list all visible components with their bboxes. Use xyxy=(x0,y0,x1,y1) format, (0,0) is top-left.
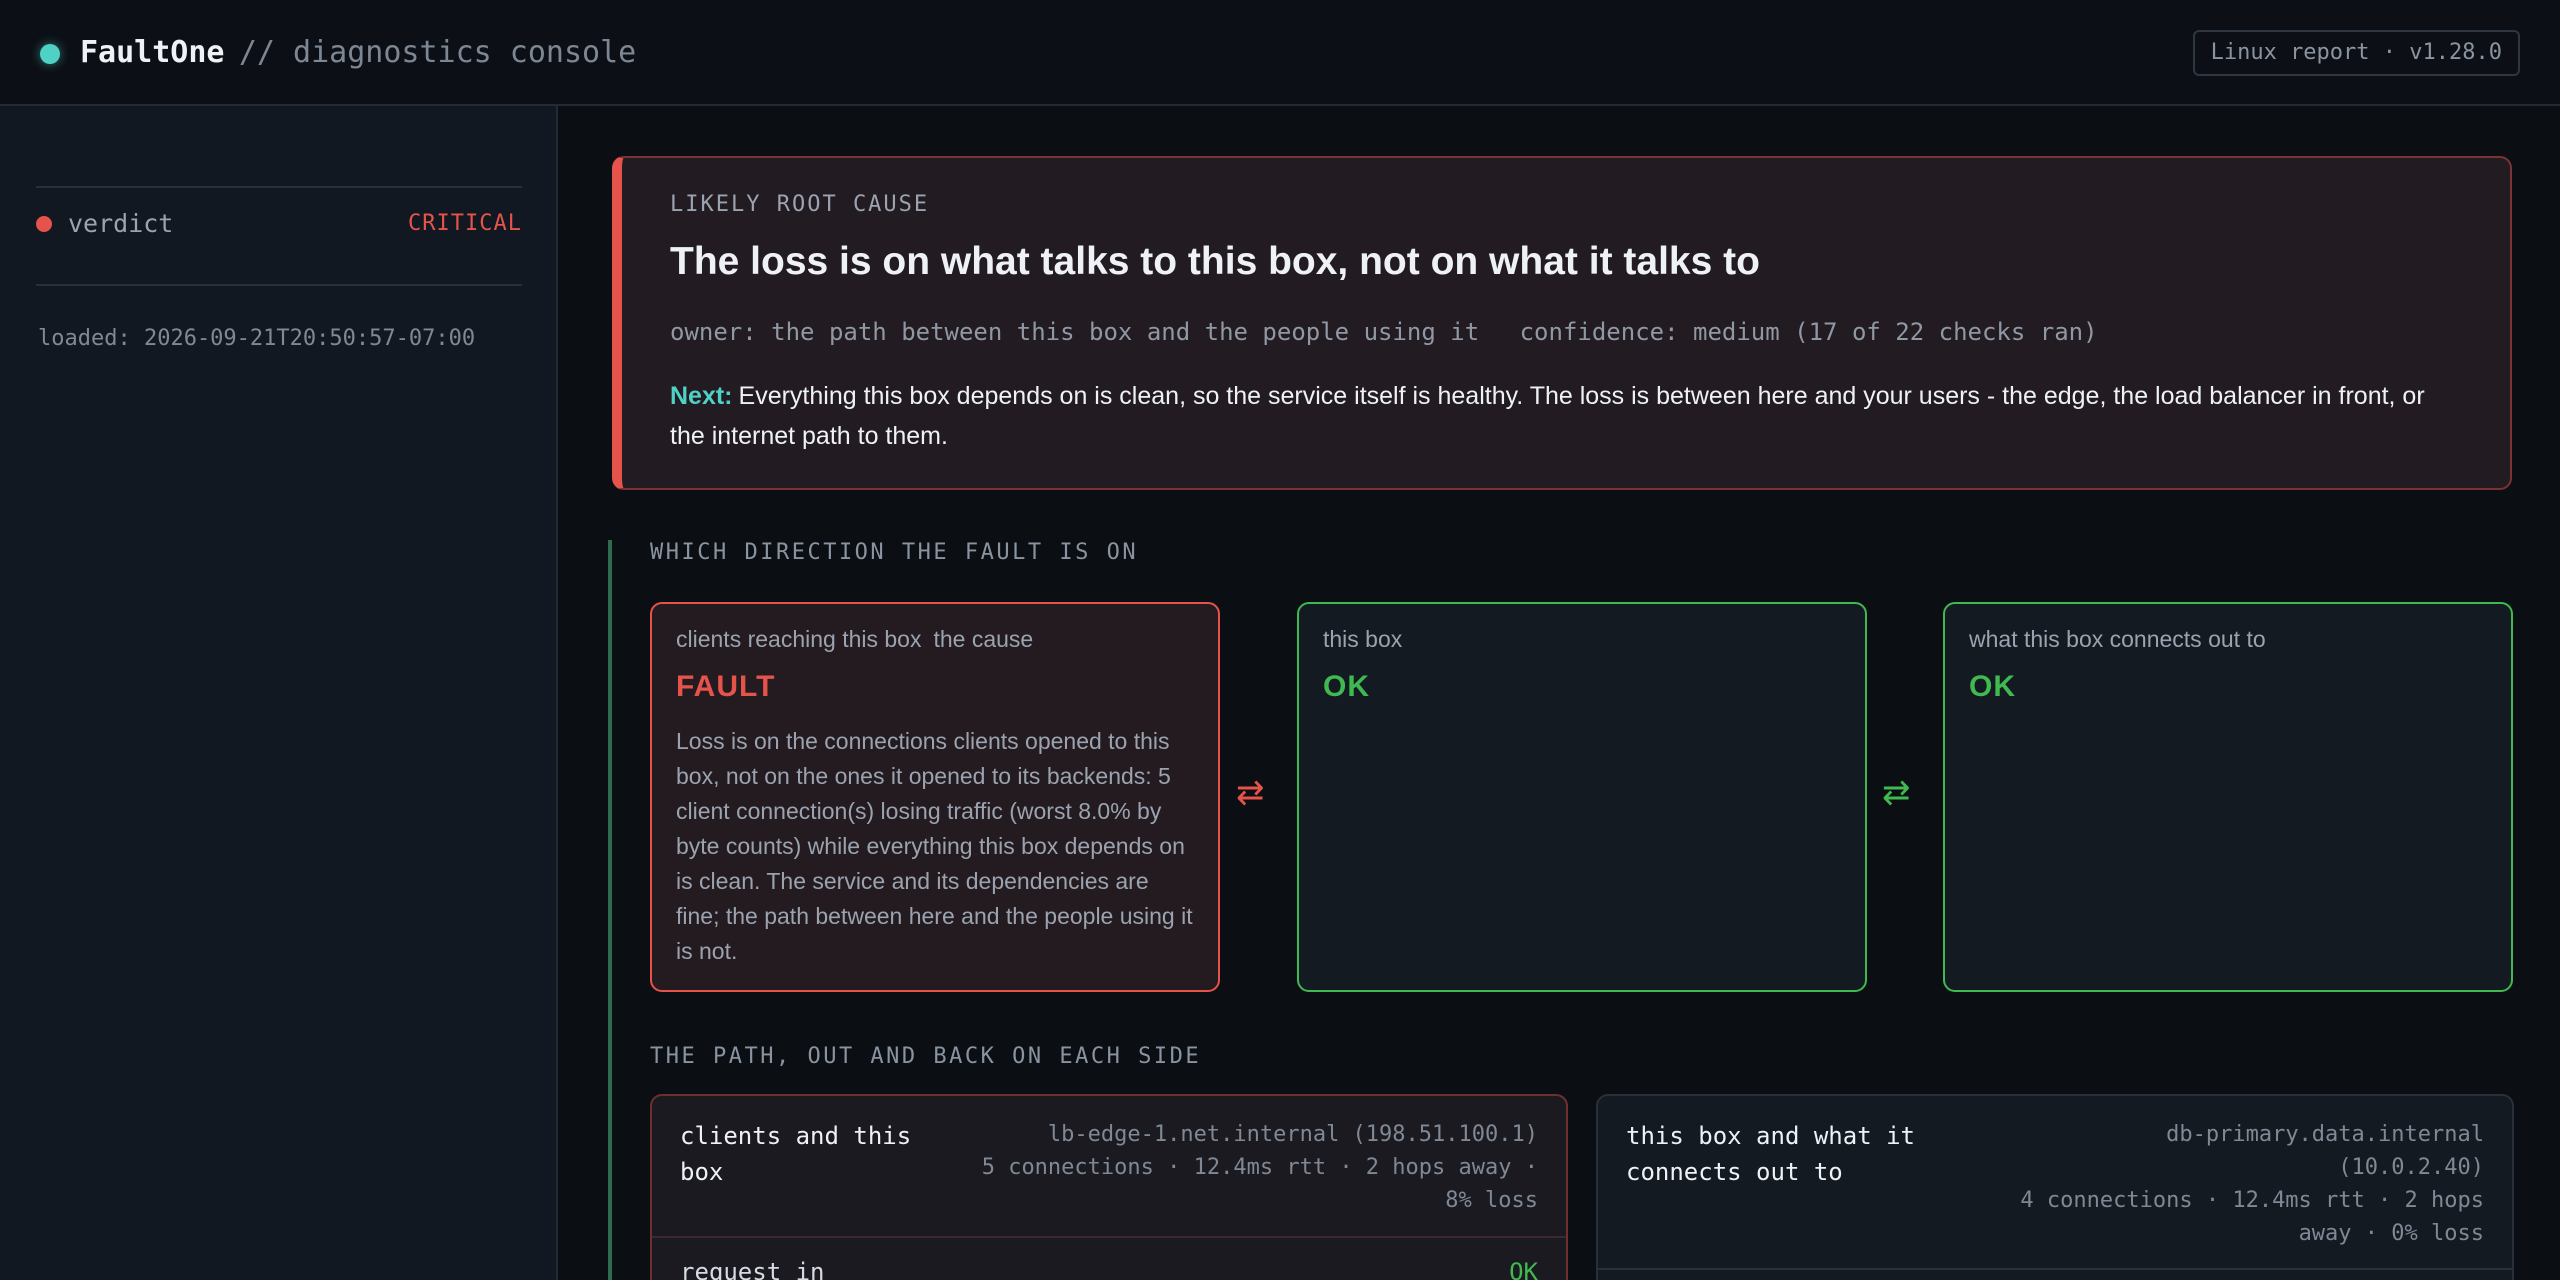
loaded-timestamp: loaded: 2026-09-21T20:50:57-07:00 xyxy=(38,326,476,351)
cause-tag: the cause xyxy=(933,626,1034,652)
direction-heading: WHICH DIRECTION THE FAULT IS ON xyxy=(650,540,1139,565)
path-card-info: lb-edge-1.net.internal (198.51.100.1) 5 … xyxy=(981,1122,1538,1213)
version-chip: Linux report · v1.28.0 xyxy=(2192,30,2520,76)
path-card-title: clients and this box xyxy=(680,1122,912,1186)
direction-card-outbound[interactable]: what this box connects out to OK xyxy=(1943,602,2513,992)
path-heading: THE PATH, OUT AND BACK ON EACH SIDE xyxy=(650,1044,1202,1069)
path-card-outbound[interactable]: this box and what it connects out to db-… xyxy=(1596,1094,2514,1280)
direction-card-this-box[interactable]: this box OK xyxy=(1297,602,1867,992)
diagnostics-section: WHICH DIRECTION THE FAULT IS ON clients … xyxy=(608,540,2514,1280)
row-divider xyxy=(1598,1268,2512,1270)
path-row-label: request in xyxy=(680,1258,825,1280)
owner-text: owner: the path between this box and the… xyxy=(670,318,1480,346)
next-label: Next: xyxy=(670,382,733,410)
app-name: FaultOne xyxy=(80,35,225,70)
root-cause-meta: owner: the path between this box and the… xyxy=(670,318,2098,346)
row-divider xyxy=(652,1236,1566,1238)
app-brand: FaultOne // diagnostics console xyxy=(80,34,636,72)
confidence-text: confidence: medium (17 of 22 checks ran) xyxy=(1519,318,2098,346)
direction-card-label: clients reaching this box the cause xyxy=(676,626,1034,652)
verdict-label: verdict xyxy=(68,209,174,238)
next-step: Next: Everything this box depends on is c… xyxy=(670,376,2460,456)
sidebar-divider xyxy=(36,284,522,286)
direction-card-label: what this box connects out to xyxy=(1969,626,2266,652)
path-card-title: this box and what it connects out to xyxy=(1626,1122,1915,1186)
next-text: Everything this box depends on is clean,… xyxy=(670,382,2425,450)
top-bar: FaultOne // diagnostics console Linux re… xyxy=(0,0,2560,106)
path-row-status: OK xyxy=(1509,1258,1538,1280)
direction-card-status: OK xyxy=(1969,670,2016,703)
status-dot-icon xyxy=(40,44,60,64)
path-card-info: db-primary.data.internal (10.0.2.40) 4 c… xyxy=(2020,1122,2484,1246)
main-content: LIKELY ROOT CAUSE The loss is on what ta… xyxy=(560,106,2560,1280)
verdict-badge: CRITICAL xyxy=(408,211,522,236)
swap-arrows-icon: ⇄ xyxy=(1236,774,1265,812)
verdict-dot-icon xyxy=(36,216,52,232)
swap-arrows-icon: ⇄ xyxy=(1882,774,1911,812)
root-cause-eyebrow: LIKELY ROOT CAUSE xyxy=(670,192,930,217)
direction-card-description: Loss is on the connections clients opene… xyxy=(676,728,1193,964)
root-cause-title: The loss is on what talks to this box, n… xyxy=(670,240,1760,283)
sidebar-item-verdict[interactable]: verdict CRITICAL xyxy=(36,206,522,242)
direction-card-status: FAULT xyxy=(676,670,776,703)
path-card-clients[interactable]: clients and this box lb-edge-1.net.inter… xyxy=(650,1094,1568,1280)
sidebar: verdict CRITICAL loaded: 2026-09-21T20:5… xyxy=(0,106,558,1280)
sidebar-divider xyxy=(36,186,522,188)
direction-card-clients[interactable]: clients reaching this box the cause FAULT… xyxy=(650,602,1220,992)
app-subtitle: // diagnostics console xyxy=(238,35,637,70)
direction-card-label: this box xyxy=(1323,626,1403,652)
direction-card-status: OK xyxy=(1323,670,1370,703)
root-cause-card: LIKELY ROOT CAUSE The loss is on what ta… xyxy=(612,156,2512,490)
